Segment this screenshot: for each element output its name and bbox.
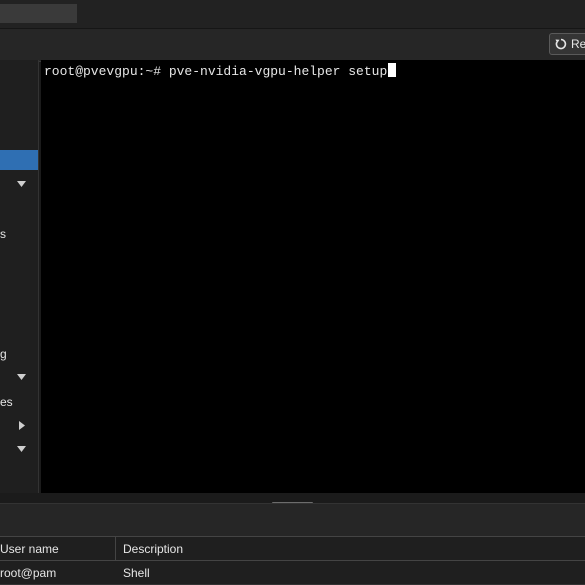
- sidebar-nav: s g es: [0, 60, 39, 503]
- reboot-icon: [555, 38, 567, 50]
- tasks-grid: User name Description root@pam Shell: [0, 536, 585, 585]
- chevron-right-icon: [19, 421, 25, 430]
- terminal-console[interactable]: root@pvevgpu:~# pve-nvidia-vgpu-helper s…: [41, 60, 585, 493]
- table-row[interactable]: root@pam Shell: [0, 561, 585, 585]
- column-separator: [115, 537, 116, 560]
- sidebar-item-collapsed[interactable]: [0, 416, 38, 436]
- column-header-description[interactable]: Description: [123, 537, 183, 560]
- panel-splitter[interactable]: [0, 493, 585, 507]
- terminal-line: root@pvevgpu:~# pve-nvidia-vgpu-helper s…: [44, 63, 397, 79]
- sidebar-item-label: es: [0, 395, 13, 409]
- grid-header: User name Description: [0, 536, 585, 561]
- column-header-user[interactable]: User name: [0, 537, 59, 560]
- sidebar-item-updates[interactable]: s: [0, 224, 38, 244]
- sidebar-item-system[interactable]: [0, 175, 38, 195]
- reboot-button[interactable]: Reb: [549, 33, 585, 55]
- sidebar-item-logging[interactable]: g: [0, 344, 38, 364]
- tasks-panel-header: [0, 503, 585, 537]
- sidebar-item-disks[interactable]: [0, 368, 38, 388]
- chevron-down-icon: [17, 374, 26, 380]
- terminal-cursor: [388, 63, 397, 77]
- top-bar: [0, 0, 585, 28]
- search-field[interactable]: [0, 4, 77, 23]
- sidebar-item-label: s: [0, 227, 6, 241]
- cell-description: Shell: [123, 565, 150, 580]
- sidebar-item-label: g: [0, 347, 7, 361]
- terminal-prompt: root@pvevgpu:~#: [44, 64, 169, 79]
- sidebar-item-expanded[interactable]: [0, 440, 38, 460]
- content-toolbar: Reb: [0, 28, 585, 62]
- sidebar-item-shell[interactable]: [0, 150, 38, 170]
- sidebar-item-devices[interactable]: es: [0, 392, 38, 412]
- reboot-label: Reb: [571, 37, 585, 51]
- terminal-command: pve-nvidia-vgpu-helper setup: [168, 64, 388, 79]
- chevron-down-icon: [17, 446, 26, 452]
- cell-user: root@pam: [0, 565, 57, 580]
- chevron-down-icon: [17, 181, 26, 187]
